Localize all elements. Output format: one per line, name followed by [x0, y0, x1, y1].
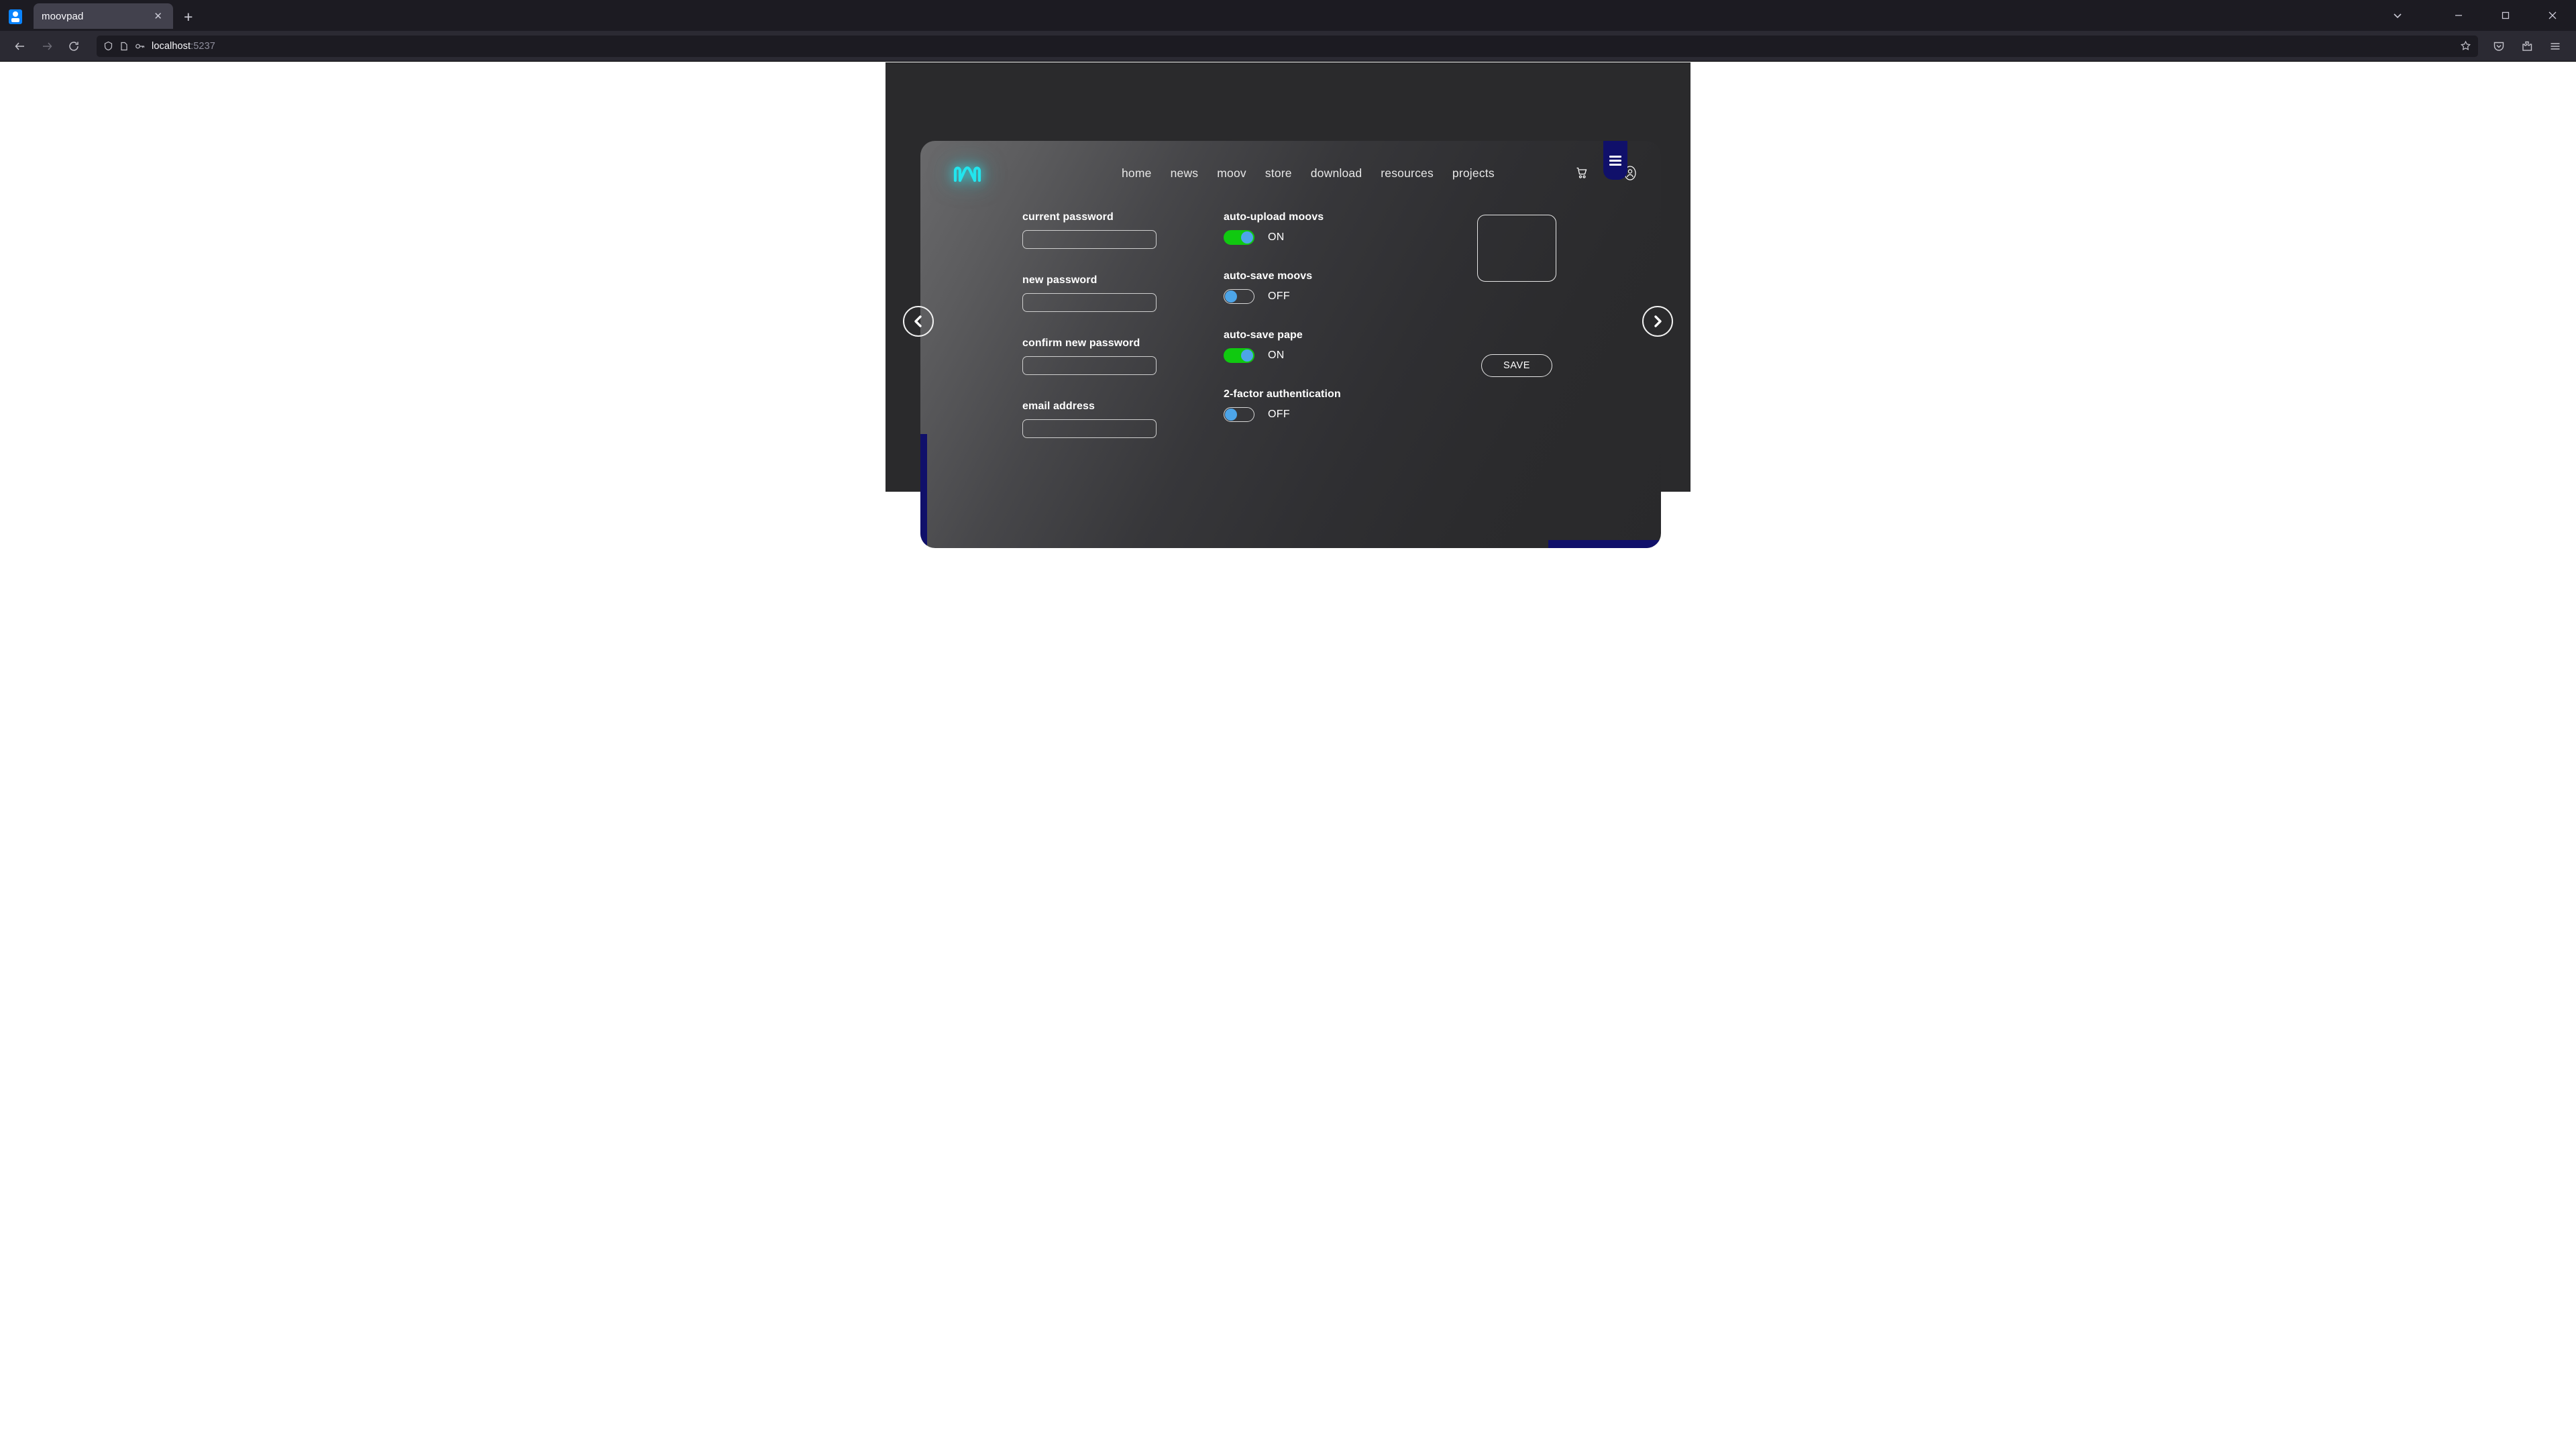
profile-image-placeholder[interactable] — [1477, 215, 1556, 282]
firefox-app-icon — [9, 9, 22, 24]
toggle-label: auto-upload moovs — [1224, 211, 1324, 223]
switch-state: ON — [1268, 350, 1285, 361]
confirm-new-password-input[interactable] — [1022, 356, 1157, 375]
profile-column: SAVE — [1457, 205, 1638, 407]
browser-window: moovpad ✕ + localhost:5237 home news moo… — [0, 0, 2576, 1449]
browser-tab-strip: moovpad ✕ + — [0, 0, 2576, 31]
side-menu-tab[interactable] — [1603, 141, 1627, 180]
back-arrow-icon[interactable] — [7, 33, 34, 60]
nav-item-store[interactable]: store — [1265, 166, 1292, 180]
carousel-next-button[interactable] — [1642, 306, 1673, 337]
close-icon[interactable] — [2529, 0, 2576, 31]
minimize-icon[interactable] — [2435, 0, 2482, 31]
star-icon[interactable] — [2460, 40, 2471, 52]
new-password-input[interactable] — [1022, 293, 1157, 312]
key-icon[interactable] — [135, 42, 146, 51]
window-controls — [2377, 0, 2576, 31]
list-all-tabs-icon[interactable] — [2377, 0, 2418, 31]
nav-item-resources[interactable]: resources — [1381, 166, 1434, 180]
settings-card: home news moov store download resources … — [920, 141, 1661, 548]
chevron-right-icon — [1654, 315, 1662, 327]
shield-icon[interactable] — [103, 41, 113, 51]
url-bar[interactable]: localhost:5237 — [97, 35, 2478, 57]
field-confirm-new-password: confirm new password — [1022, 337, 1190, 375]
toggles-column: auto-upload moovs ON auto-save moovs OFF — [1224, 211, 1411, 422]
auto-save-moovs-switch[interactable] — [1224, 289, 1254, 304]
toggle-auto-upload-moovs: auto-upload moovs ON — [1224, 211, 1411, 245]
nav-item-news[interactable]: news — [1171, 166, 1199, 180]
field-current-password: current password — [1022, 211, 1190, 249]
switch-state: OFF — [1268, 290, 1290, 302]
nav-item-home[interactable]: home — [1122, 166, 1152, 180]
page-icon[interactable] — [119, 42, 129, 51]
switch-knob — [1225, 409, 1237, 421]
password-fields-column: current password new password confirm ne… — [1022, 211, 1190, 438]
site-header: home news moov store download resources … — [920, 141, 1661, 205]
carousel-prev-button[interactable] — [903, 306, 934, 337]
settings-content: current password new password confirm ne… — [920, 205, 1661, 548]
field-email-address: email address — [1022, 400, 1190, 438]
field-label: email address — [1022, 400, 1095, 412]
browser-toolbar: localhost:5237 — [0, 31, 2576, 62]
maximize-icon[interactable] — [2482, 0, 2529, 31]
chevron-left-icon — [914, 315, 922, 327]
switch-state: OFF — [1268, 409, 1290, 420]
moov-m-logo-icon[interactable] — [950, 160, 987, 186]
field-label: current password — [1022, 211, 1114, 223]
new-tab-button[interactable]: + — [184, 9, 193, 25]
save-button[interactable]: SAVE — [1481, 354, 1552, 377]
pocket-save-icon[interactable] — [2485, 33, 2513, 60]
hamburger-menu-icon[interactable] — [2541, 33, 2569, 60]
toggle-auto-save-pape: auto-save pape ON — [1224, 329, 1411, 363]
toggle-auto-save-moovs: auto-save moovs OFF — [1224, 270, 1411, 304]
extensions-icon[interactable] — [2513, 33, 2541, 60]
toggle-label: 2-factor authentication — [1224, 388, 1341, 400]
field-new-password: new password — [1022, 274, 1190, 312]
hamburger-menu-icon — [1609, 155, 1621, 166]
auto-save-pape-switch[interactable] — [1224, 348, 1254, 363]
email-address-input[interactable] — [1022, 419, 1157, 438]
nav-item-moov[interactable]: moov — [1217, 166, 1246, 180]
auto-upload-moovs-switch[interactable] — [1224, 230, 1254, 245]
field-label: confirm new password — [1022, 337, 1140, 349]
switch-state: ON — [1268, 231, 1285, 243]
nav-item-projects[interactable]: projects — [1452, 166, 1495, 180]
url-text: localhost:5237 — [152, 40, 215, 52]
switch-knob — [1241, 231, 1253, 244]
toggle-label: auto-save pape — [1224, 329, 1303, 341]
switch-knob — [1241, 350, 1253, 362]
nav-item-download[interactable]: download — [1311, 166, 1362, 180]
shopping-cart-icon[interactable] — [1575, 166, 1589, 180]
tab-title: moovpad — [42, 10, 84, 22]
two-factor-authentication-switch[interactable] — [1224, 407, 1254, 422]
site-nav: home news moov store download resources … — [1122, 166, 1495, 180]
field-label: new password — [1022, 274, 1097, 286]
toggle-2-factor-authentication: 2-factor authentication OFF — [1224, 388, 1411, 422]
reload-icon[interactable] — [60, 33, 87, 60]
browser-tab[interactable]: moovpad ✕ — [34, 3, 173, 29]
current-password-input[interactable] — [1022, 230, 1157, 249]
switch-knob — [1225, 290, 1237, 303]
page-viewport: home news moov store download resources … — [0, 62, 2576, 1449]
forward-arrow-icon[interactable] — [34, 33, 60, 60]
toggle-label: auto-save moovs — [1224, 270, 1313, 282]
tab-close-icon[interactable]: ✕ — [151, 10, 165, 23]
